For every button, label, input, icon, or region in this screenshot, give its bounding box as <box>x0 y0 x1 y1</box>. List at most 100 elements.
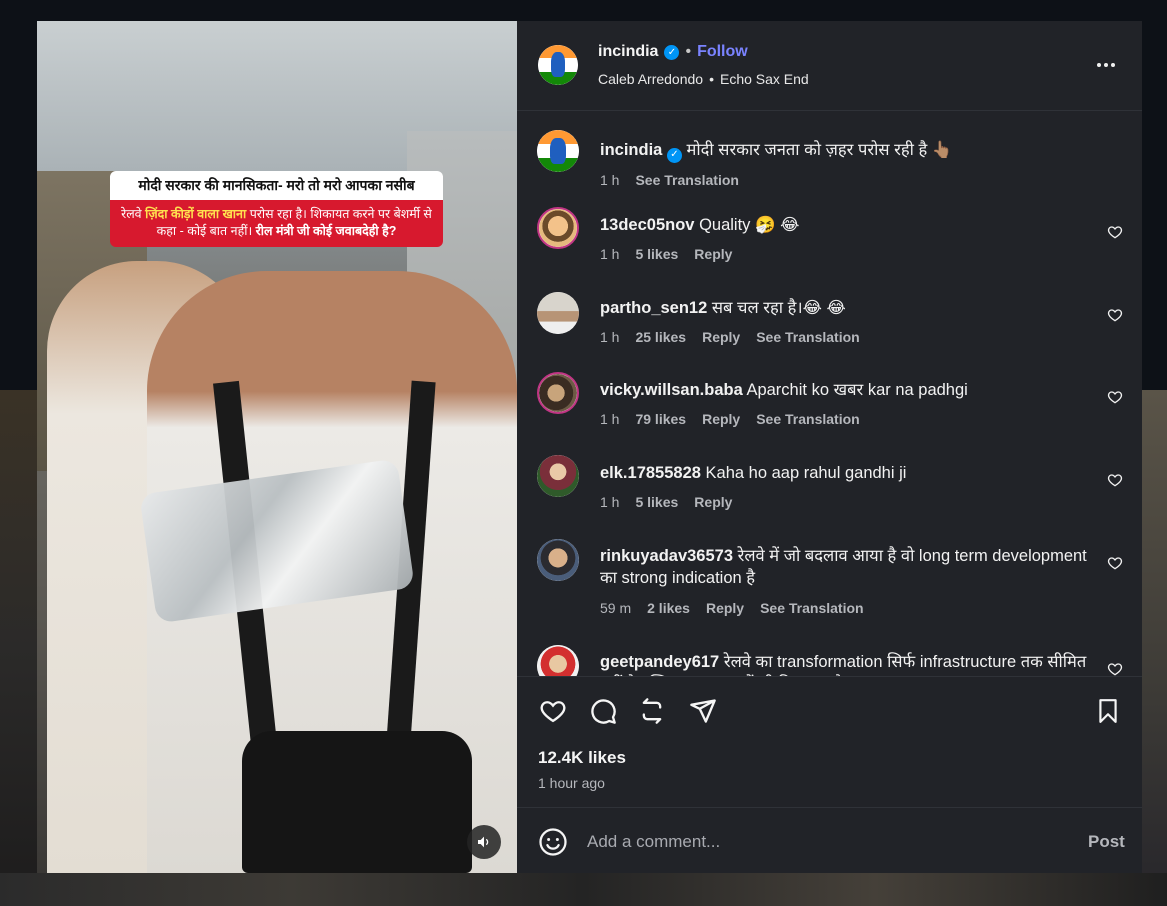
comment-item: vicky.willsan.baba Aparchit ko खबर kar n… <box>517 372 1142 447</box>
commenter-avatar[interactable] <box>537 455 579 497</box>
post-actions: 12.4K likes 1 hour ago <box>517 676 1142 806</box>
like-comment-heart-icon[interactable] <box>1107 472 1123 488</box>
caption-text: मोदी सरकार जनता को ज़हर परोस रही है 👆🏽 <box>686 141 953 159</box>
like-comment-heart-icon[interactable] <box>1107 389 1123 405</box>
post-timestamp[interactable]: 1 hour ago <box>538 775 605 791</box>
comment-time[interactable]: 1 h <box>600 329 619 345</box>
comment-text: Quality 🤧 😂 <box>699 216 800 234</box>
inc-logo-icon <box>538 45 578 85</box>
volume-button[interactable] <box>467 825 501 859</box>
overlay-title: मोदी सरकार की मानसिकता- मरो तो मरो आपका … <box>110 171 443 200</box>
comment-item: 13dec05nov Quality 🤧 😂 1 h 5 likes Reply <box>517 207 1142 282</box>
author-avatar[interactable] <box>537 130 579 172</box>
comment-likes[interactable]: 25 likes <box>635 329 686 345</box>
comment-button[interactable] <box>588 696 618 726</box>
post-comment-button[interactable]: Post <box>1088 832 1125 852</box>
emoji-icon <box>539 828 567 856</box>
like-comment-heart-icon[interactable] <box>1107 661 1123 677</box>
reply-button[interactable]: Reply <box>694 246 732 262</box>
like-comment-heart-icon[interactable] <box>1107 555 1123 571</box>
comment-text-line: rinkuyadav36573 रेलवे में जो बदलाव आया ह… <box>600 545 1090 589</box>
comment-likes[interactable]: 5 likes <box>635 494 678 510</box>
likes-count[interactable]: 12.4K likes <box>538 748 626 768</box>
comment-username[interactable]: geetpandey617 <box>600 653 719 671</box>
comment-username[interactable]: vicky.willsan.baba <box>600 381 743 399</box>
post-video[interactable]: मोदी सरकार की मानसिकता- मरो तो मरो आपका … <box>37 21 517 873</box>
avatar-image <box>539 374 577 412</box>
more-options-icon[interactable] <box>1094 56 1118 74</box>
comment-meta: 1 h 5 likes Reply <box>600 246 732 262</box>
comment-item: elk.17855828 Kaha ho aap rahul gandhi ji… <box>517 455 1142 530</box>
post-caption: incindia ✓ मोदी सरकार जनता को ज़हर परोस … <box>517 130 1142 200</box>
commenter-avatar[interactable] <box>537 645 579 677</box>
avatar-image <box>537 292 579 334</box>
overlay-question: रील मंत्री जी कोई जवाबदेही है? <box>255 223 397 238</box>
comments-list[interactable]: incindia ✓ मोदी सरकार जनता को ज़हर परोस … <box>517 112 1142 677</box>
comment-time[interactable]: 59 m <box>600 600 631 616</box>
audio-artist[interactable]: Caleb Arredondo <box>598 71 703 87</box>
emoji-button[interactable] <box>538 827 568 857</box>
caption-username[interactable]: incindia <box>600 141 662 159</box>
follow-button[interactable]: Follow <box>697 43 748 61</box>
comment-likes[interactable]: 79 likes <box>635 411 686 427</box>
comment-text-line: geetpandey617 रेलवे का transformation सि… <box>600 651 1090 677</box>
avatar-image <box>537 455 579 497</box>
inc-logo-icon <box>537 130 579 172</box>
author-username[interactable]: incindia <box>598 43 658 61</box>
reply-button[interactable]: Reply <box>706 600 744 616</box>
comment-meta: 1 h 25 likes Reply See Translation <box>600 329 860 345</box>
comment-username[interactable]: elk.17855828 <box>600 464 701 482</box>
comment-text: सब चल रहा है।😂 😂 <box>711 299 846 317</box>
comment-text-line: vicky.willsan.baba Aparchit ko खबर kar n… <box>600 379 1090 401</box>
verified-badge-icon: ✓ <box>664 44 680 60</box>
reply-button[interactable]: Reply <box>694 494 732 510</box>
see-translation-link[interactable]: See Translation <box>756 411 859 427</box>
like-comment-heart-icon[interactable] <box>1107 307 1123 323</box>
overlay-body: रेलवे ज़िंदा कीड़ों वाला खाना परोस रहा ह… <box>110 199 443 247</box>
repost-button[interactable] <box>637 696 667 726</box>
comment-username[interactable]: rinkuyadav36573 <box>600 547 733 565</box>
commenter-avatar[interactable] <box>537 292 579 334</box>
commenter-avatar[interactable] <box>537 207 579 249</box>
see-translation-link[interactable]: See Translation <box>760 600 863 616</box>
share-icon <box>690 699 716 723</box>
comment-text: Kaha ho aap rahul gandhi ji <box>705 464 907 482</box>
backdrop-bottom-image <box>0 873 1167 906</box>
commenter-avatar[interactable] <box>537 539 579 581</box>
comment-input[interactable] <box>587 826 1067 858</box>
avatar-image <box>539 209 577 247</box>
comment-text: Aparchit ko खबर kar na padhgi <box>746 381 968 399</box>
like-comment-heart-icon[interactable] <box>1107 224 1123 240</box>
see-translation-link[interactable]: See Translation <box>756 329 859 345</box>
author-avatar[interactable] <box>538 45 578 85</box>
verified-badge-icon: ✓ <box>666 147 682 163</box>
heart-icon <box>540 701 566 723</box>
caption-time[interactable]: 1 h <box>600 172 619 188</box>
overlay-text: रेलवे <box>121 206 146 221</box>
video-scene-bag <box>242 731 472 873</box>
comment-icon <box>591 699 616 724</box>
comment-item: geetpandey617 रेलवे का transformation सि… <box>517 645 1142 677</box>
comment-item: partho_sen12 सब चल रहा है।😂 😂 1 h 25 lik… <box>517 290 1142 365</box>
share-button[interactable] <box>688 696 718 726</box>
comment-username[interactable]: partho_sen12 <box>600 299 707 317</box>
comment-likes[interactable]: 2 likes <box>647 600 690 616</box>
post-modal: मोदी सरकार की मानसिकता- मरो तो मरो आपका … <box>37 21 1142 873</box>
overlay-highlight: ज़िंदा कीड़ों वाला खाना <box>145 206 247 221</box>
separator-dot: • <box>709 71 714 87</box>
comment-time[interactable]: 1 h <box>600 246 619 262</box>
like-button[interactable] <box>538 696 568 726</box>
comment-time[interactable]: 1 h <box>600 494 619 510</box>
comment-username[interactable]: 13dec05nov <box>600 216 694 234</box>
commenter-avatar[interactable] <box>537 372 579 414</box>
comment-item: rinkuyadav36573 रेलवे में जो बदलाव आया ह… <box>517 539 1142 634</box>
see-translation-link[interactable]: See Translation <box>635 172 738 188</box>
comment-meta: 59 m 2 likes Reply See Translation <box>600 600 864 616</box>
caption-text-line: incindia ✓ मोदी सरकार जनता को ज़हर परोस … <box>600 139 1090 163</box>
reply-button[interactable]: Reply <box>702 329 740 345</box>
audio-track[interactable]: Echo Sax End <box>720 71 809 87</box>
reply-button[interactable]: Reply <box>702 411 740 427</box>
comment-time[interactable]: 1 h <box>600 411 619 427</box>
comment-likes[interactable]: 5 likes <box>635 246 678 262</box>
save-button[interactable] <box>1093 696 1123 726</box>
